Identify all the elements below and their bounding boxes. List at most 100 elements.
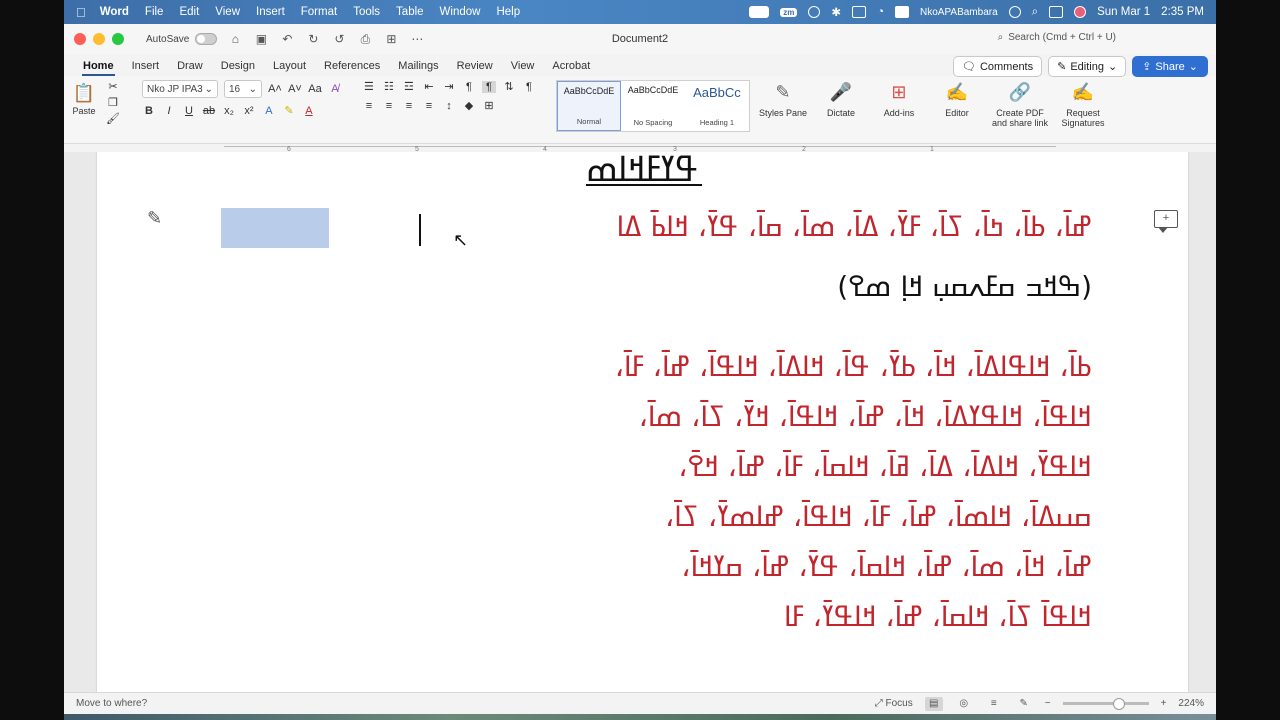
cloud-icon[interactable]: [808, 6, 821, 18]
magic-pen-icon[interactable]: ✎: [147, 208, 162, 229]
tab-acrobat[interactable]: Acrobat: [543, 60, 599, 76]
underline-icon[interactable]: U: [182, 105, 196, 117]
zoom-window-button[interactable]: [112, 33, 124, 45]
document-page[interactable]: ߟߌߓߞߊߘ ✎ ߝߊ߫، ߕߊ߫، ߤߊ߫، ߖߊ߫، ߓߌ߫، ߡߊ߫، ߘ…: [97, 152, 1188, 692]
home-icon[interactable]: ⌂: [227, 32, 243, 46]
create-pdf-button[interactable]: 🔗 Create PDF and share link: [990, 80, 1050, 129]
shading-icon[interactable]: ◆: [462, 99, 476, 112]
text-line[interactable]: ߕߊ߫، ߞߊߟߊߡߊ߫، ߞߊ߫، ߕߌ߫، ߟߊ߫، ߞߊߡߊ߫، ߞߊߟߊ…: [615, 350, 1092, 383]
grow-font-icon[interactable]: A˄: [268, 83, 282, 95]
increase-indent-icon[interactable]: ⇥: [442, 80, 456, 93]
bullets-icon[interactable]: ☰: [362, 80, 376, 93]
spotlight-icon[interactable]: ⌕: [1032, 6, 1038, 19]
style-no-spacing[interactable]: AaBbCcDdE No Spacing: [621, 81, 685, 131]
menu-view[interactable]: View: [215, 6, 240, 18]
tab-draw[interactable]: Draw: [168, 60, 212, 76]
apple-icon[interactable]: : [76, 5, 86, 20]
share-button[interactable]: ⇪ Share ⌄: [1132, 56, 1208, 77]
menubar-time[interactable]: 2:35 PM: [1161, 6, 1204, 18]
text-line[interactable]: ߛߎߡߊ߫، ߞߊߘߊ߫، ߝߊ߫، ߓߊ߫، ߞߊߟߊ߫، ߝߊߘߌ߫، ߖߊ…: [665, 500, 1092, 533]
zoom-in-icon[interactable]: +: [1161, 698, 1167, 709]
text-line[interactable]: ߞߊߟߊ߫، ߞߊߟߌߡߊ߫، ߞߊ߫، ߝߊ߫، ߞߊߟߊ߫، ߞߌ߫، ߖߊ…: [639, 400, 1092, 433]
tab-references[interactable]: References: [315, 60, 389, 76]
dictate-button[interactable]: 🎤 Dictate: [816, 80, 866, 119]
text-effects-icon[interactable]: A: [262, 105, 276, 117]
font-name-select[interactable]: Nko JP IPA3 ⌄: [141, 80, 218, 98]
tab-home[interactable]: Home: [74, 60, 123, 76]
repeat-icon[interactable]: ↺: [331, 32, 347, 46]
outline-view-icon[interactable]: ≡: [985, 697, 1003, 711]
print-layout-icon[interactable]: ▤: [924, 696, 943, 711]
font-color-icon[interactable]: A: [302, 105, 316, 117]
request-signatures-button[interactable]: ✍ Request Signatures: [1058, 80, 1108, 129]
search-box[interactable]: ⌕ Search (Cmd + Ctrl + U): [998, 32, 1116, 43]
table-icon[interactable]: ⊞: [383, 32, 399, 46]
menu-word[interactable]: Word: [100, 6, 129, 18]
screen-record-icon[interactable]: [749, 6, 770, 18]
rtl-icon[interactable]: ¶: [462, 81, 476, 93]
add-comment-icon[interactable]: +: [1154, 210, 1178, 233]
comments-button[interactable]: 🗨 Comments: [952, 56, 1043, 77]
italic-icon[interactable]: I: [162, 105, 176, 117]
bluetooth-icon[interactable]: ✱: [831, 5, 841, 19]
paste-label[interactable]: Paste: [72, 106, 95, 116]
sort-icon[interactable]: ⇅: [502, 80, 516, 93]
keyboard-layout-label[interactable]: NkoAPABambara: [920, 7, 998, 18]
menu-insert[interactable]: Insert: [256, 6, 285, 18]
tab-view[interactable]: View: [502, 60, 544, 76]
align-right-icon[interactable]: ≡: [402, 100, 416, 112]
zoom-app-icon[interactable]: zm: [780, 7, 798, 17]
shrink-font-icon[interactable]: A˅: [288, 83, 302, 95]
decrease-indent-icon[interactable]: ⇤: [422, 80, 436, 93]
clear-formatting-icon[interactable]: A̸: [328, 83, 342, 95]
menu-edit[interactable]: Edit: [179, 6, 199, 18]
editing-button[interactable]: ✎ Editing ⌄: [1048, 56, 1127, 77]
redo-icon[interactable]: ↻: [305, 32, 321, 46]
line-spacing-icon[interactable]: ↕: [442, 100, 456, 112]
cut-icon[interactable]: ✂: [108, 80, 117, 93]
tab-mailings[interactable]: Mailings: [389, 60, 447, 76]
numbering-icon[interactable]: ☷: [382, 80, 396, 93]
paste-icon[interactable]: 📋: [70, 80, 98, 106]
undo-icon[interactable]: ↶: [279, 32, 295, 46]
justify-icon[interactable]: ≡: [422, 100, 436, 112]
close-window-button[interactable]: [74, 33, 86, 45]
battery-icon[interactable]: [852, 6, 867, 18]
more-icon[interactable]: ⋯: [409, 32, 425, 46]
save-icon[interactable]: ▣: [253, 32, 269, 46]
zoom-out-icon[interactable]: −: [1045, 698, 1051, 709]
copy-icon[interactable]: ❐: [108, 96, 118, 109]
style-normal[interactable]: AaBbCcDdE Normal: [556, 81, 621, 131]
change-case-icon[interactable]: Aa: [308, 83, 322, 95]
add-ins-button[interactable]: ⊞ Add-ins: [874, 80, 924, 119]
menu-tools[interactable]: Tools: [353, 6, 380, 18]
text-line[interactable]: ߞߊߟߊ߫ ߖߊ߫، ߞߊߛߊ߫، ߝߊ߫، ߞߊߟߌ߫، ߓߊ: [784, 600, 1092, 633]
font-size-select[interactable]: 16 ⌄: [223, 80, 262, 98]
text-line[interactable]: (ߒߞߏ ߛߓߍߛߎ߲ ߞߊ߲ ߘߐ): [837, 270, 1092, 303]
tab-layout[interactable]: Layout: [264, 60, 315, 76]
text-line[interactable]: ߝߊ߫، ߞߊ߫، ߘߊ߫، ߝߊ߫، ߞߊߛߊ߫، ߟߌ߫، ߝߊ߫، ߛߌߞ…: [681, 550, 1092, 583]
text-line[interactable]: ߝߊ߫، ߕߊ߫، ߤߊ߫، ߖߊ߫، ߓߌ߫، ߡߊ߫، ߘߊ߫، ߛߊ߫، …: [616, 210, 1092, 243]
align-center-icon[interactable]: ≡: [382, 100, 396, 112]
superscript-icon[interactable]: x²: [242, 105, 256, 117]
text-line[interactable]: ߞߊߟߌ߫، ߞߊߡߊ߫، ߡߊ߫، ߥߊ߫، ߞߊߛߊ߫، ߓߊ߫، ߝߊ߫،…: [678, 450, 1092, 483]
menu-file[interactable]: File: [145, 6, 164, 18]
tab-insert[interactable]: Insert: [123, 60, 169, 76]
style-heading-1[interactable]: AaBbCc Heading 1: [685, 81, 749, 131]
zoom-slider[interactable]: [1062, 698, 1149, 710]
highlight-icon[interactable]: ✎: [282, 104, 296, 117]
menu-table[interactable]: Table: [396, 6, 424, 18]
borders-icon[interactable]: ⊞: [482, 99, 496, 112]
document-area[interactable]: ߟߌߓߞߊߘ ✎ ߝߊ߫، ߕߊ߫، ߤߊ߫، ߖߊ߫، ߓߌ߫، ߡߊ߫، ߘ…: [64, 152, 1216, 692]
document-heading[interactable]: ߟߌߓߞߊߘ: [97, 152, 1188, 186]
wifi-icon[interactable]: ◔: [877, 6, 884, 18]
web-layout-icon[interactable]: ◎: [955, 697, 973, 711]
format-painter-icon[interactable]: 🖌: [106, 112, 120, 125]
tab-design[interactable]: Design: [212, 60, 264, 76]
minimize-window-button[interactable]: [93, 33, 105, 45]
print-icon[interactable]: ⎙: [357, 32, 373, 47]
zoom-level[interactable]: 224%: [1178, 698, 1204, 709]
draft-view-icon[interactable]: ✎: [1015, 697, 1033, 711]
ltr-icon[interactable]: ¶: [481, 80, 496, 93]
time-machine-icon[interactable]: [1008, 6, 1021, 18]
